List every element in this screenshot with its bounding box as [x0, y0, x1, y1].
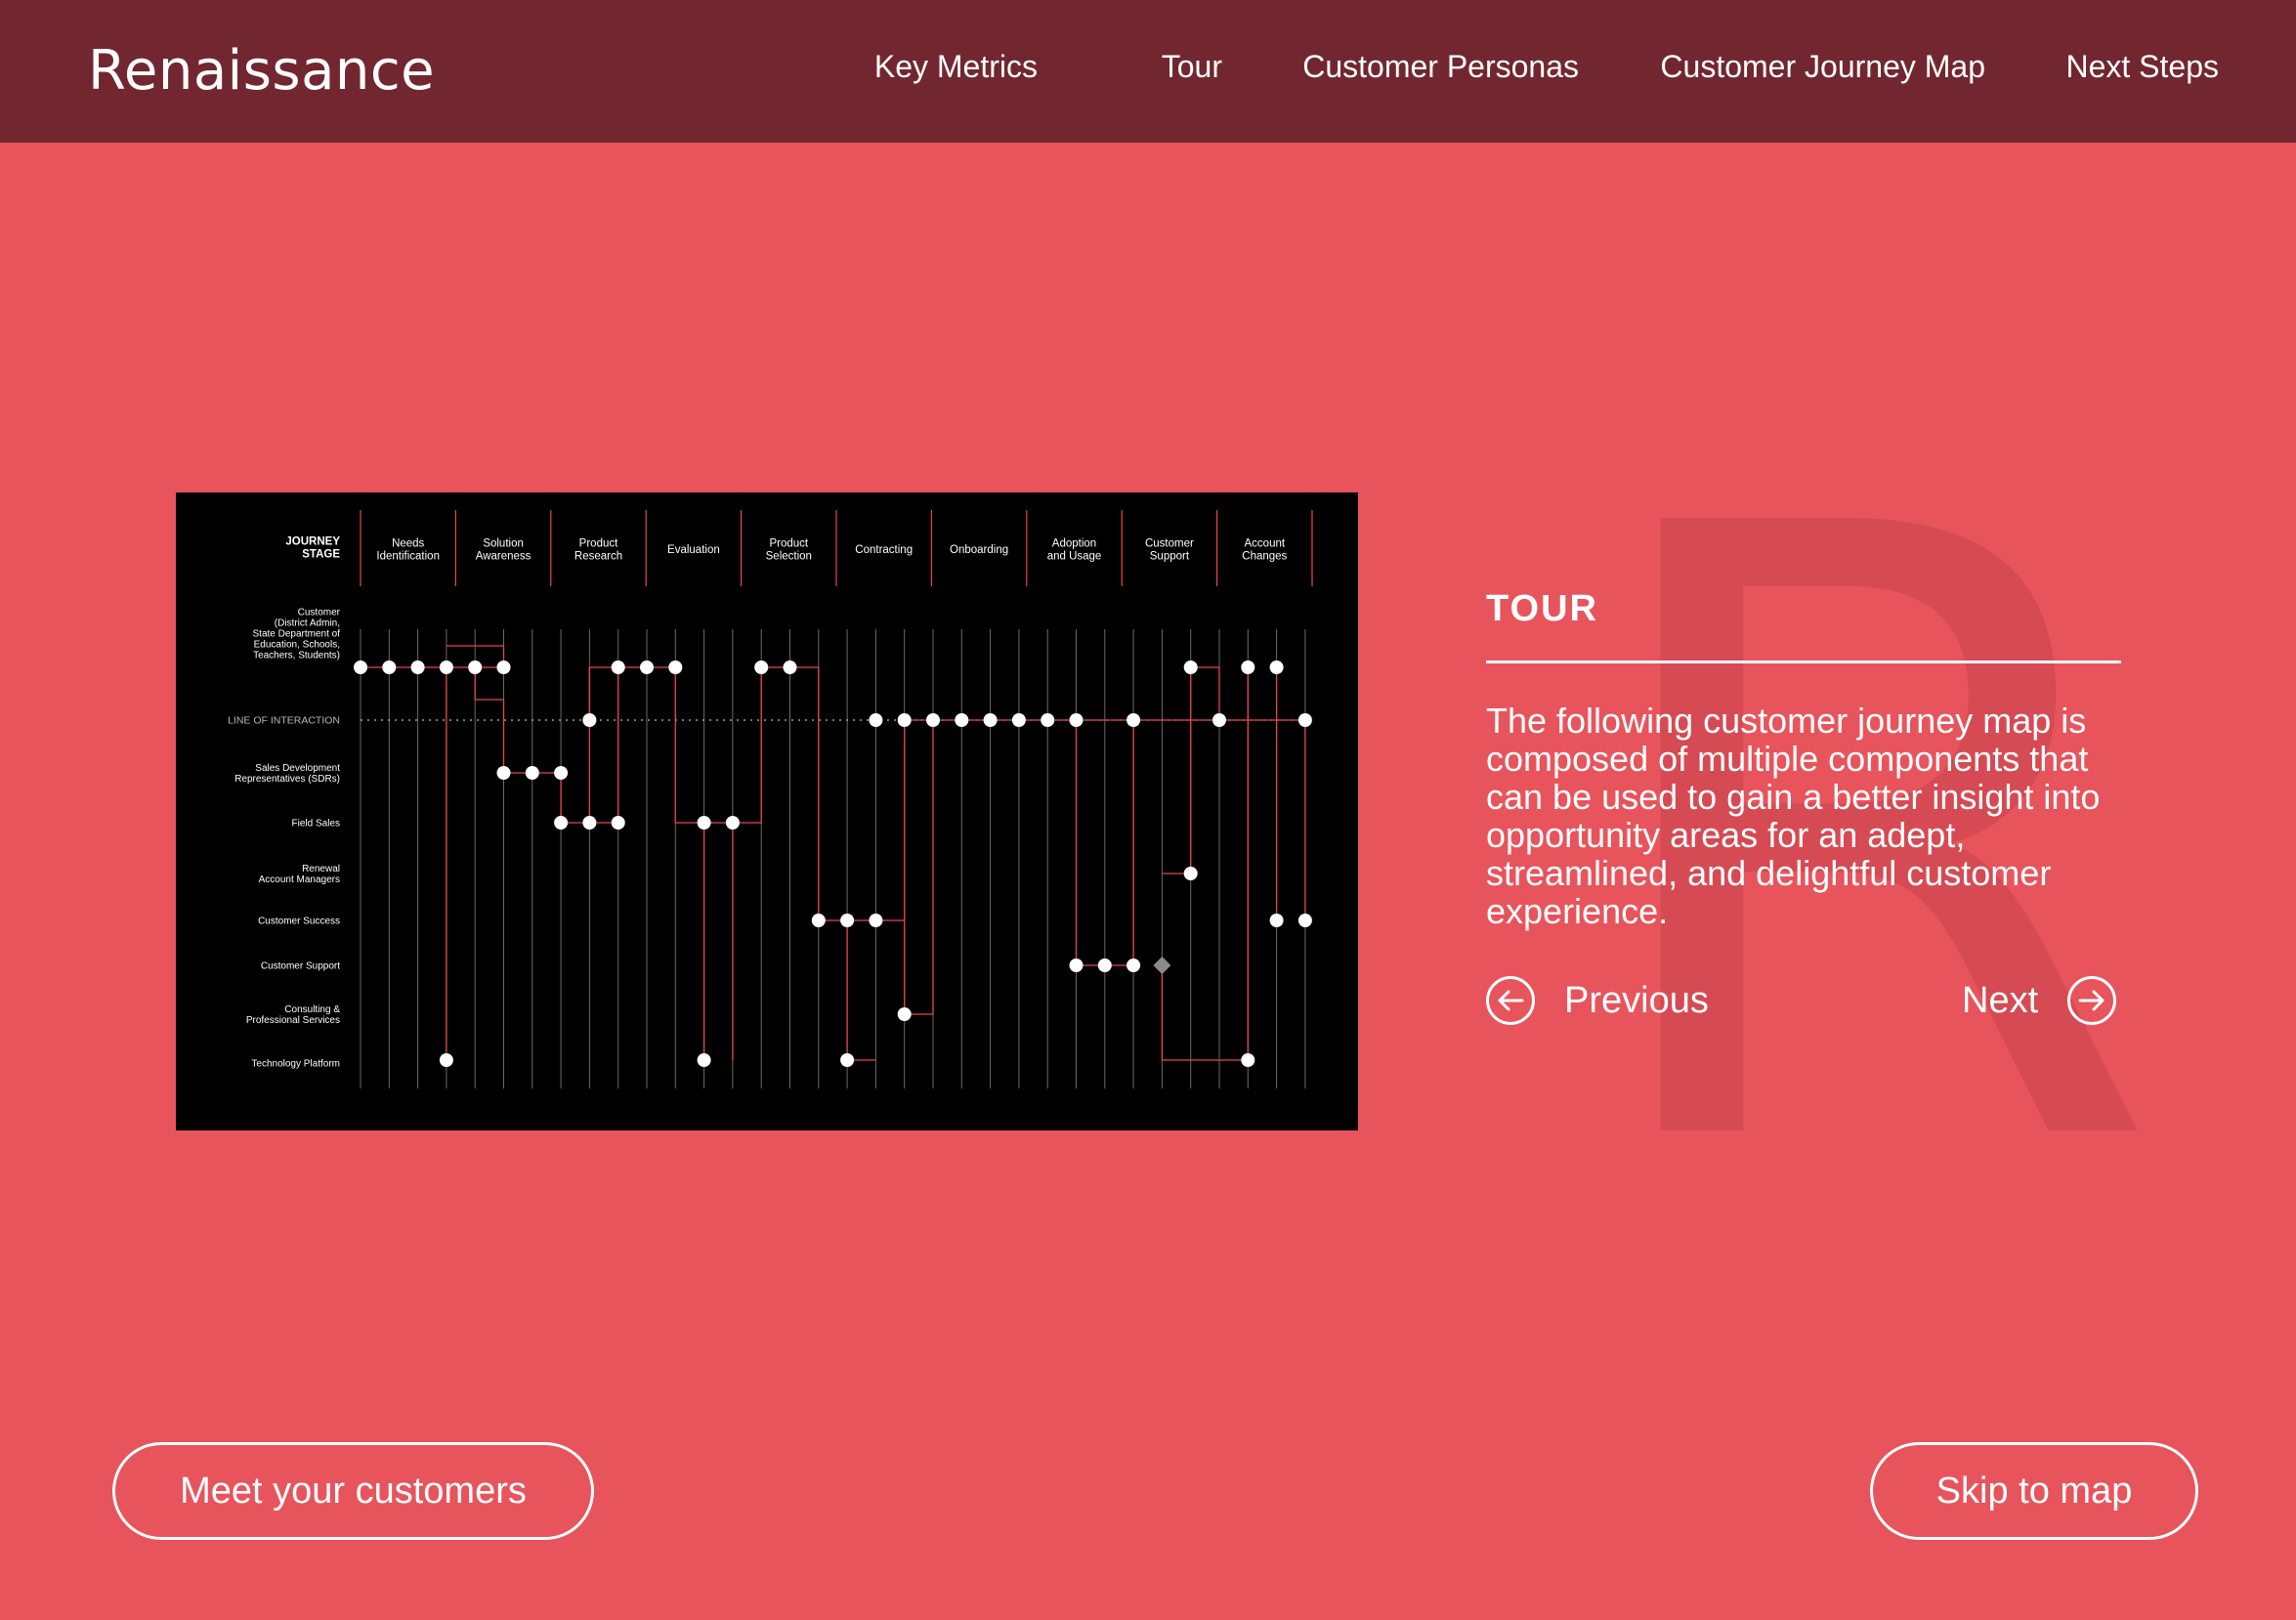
journey-node: [525, 766, 539, 780]
journey-node: [582, 713, 597, 727]
connector-line: [904, 920, 933, 1015]
journey-node: [1212, 713, 1226, 727]
nav-customer-journey-map[interactable]: Customer Journey Map: [1660, 49, 1985, 85]
journey-node: [668, 661, 683, 674]
journey-node: [1183, 867, 1198, 880]
next-button[interactable]: Next: [1962, 973, 2117, 1028]
top-navigation-bar: Renaissance Key Metrics Tour Customer Pe…: [0, 0, 2296, 143]
nav-key-metrics[interactable]: Key Metrics: [874, 49, 1038, 85]
journey-node: [554, 766, 569, 780]
journey-node: [697, 1053, 711, 1067]
next-label: Next: [1962, 979, 2039, 1021]
journey-node: [496, 661, 511, 674]
journey-node: [611, 661, 625, 674]
stage-label: Solution Awareness: [476, 538, 531, 563]
journey-node: [783, 661, 797, 674]
stage-label: Onboarding: [950, 544, 1008, 556]
journey-node: [1241, 661, 1255, 674]
nav-next-steps[interactable]: Next Steps: [2065, 49, 2219, 85]
journey-node: [1269, 914, 1284, 927]
arrow-left-icon: [1486, 976, 1535, 1025]
connector-line: [732, 666, 790, 824]
arrow-right-icon: [2067, 976, 2117, 1025]
journey-node: [955, 713, 969, 727]
journey-node: [697, 816, 711, 830]
journey-node: [1127, 713, 1141, 727]
connector-line: [588, 666, 676, 720]
stage-label: Product Research: [574, 538, 622, 563]
row-label: Customer (District Admin, State Department…: [253, 608, 341, 661]
connector-line: [1161, 965, 1249, 1061]
connector-line: [846, 920, 876, 1061]
journey-node: [1127, 959, 1141, 972]
connector-line: [1190, 666, 1220, 720]
stage-label: Needs Identification: [376, 538, 440, 563]
journey-node: [840, 914, 855, 927]
tour-heading: TOUR: [1486, 588, 1598, 629]
row-label: Sales Development Representatives (SDRs): [234, 763, 340, 785]
connector-line: [789, 666, 876, 921]
journey-node: [840, 1053, 855, 1067]
journey-node: [1069, 959, 1084, 972]
connector-line: [474, 667, 505, 773]
row-label: Technology Platform: [251, 1059, 340, 1070]
stage-label: Account Changes: [1242, 538, 1287, 563]
stage-label: Adoption and Usage: [1047, 538, 1102, 563]
journey-node: [640, 661, 654, 674]
journey-map-diagram: JOURNEY STAGE Needs Identification Solution A…: [228, 510, 1313, 1088]
tour-description: The following customer journey map is co…: [1486, 701, 2101, 931]
journey-node: [1011, 713, 1026, 727]
journey-node: [1297, 713, 1312, 727]
journey-node: [382, 661, 397, 674]
previous-button[interactable]: Previous: [1486, 973, 1709, 1028]
decision-diamond: [1153, 957, 1171, 974]
stage-label: Evaluation: [667, 544, 720, 556]
journey-map-thumbnail: JOURNEY STAGE Needs Identification Solution A…: [176, 492, 1358, 1130]
journey-node: [410, 661, 425, 674]
nav-tour[interactable]: Tour: [1162, 49, 1222, 85]
journey-node: [611, 816, 625, 830]
journey-node: [554, 816, 569, 830]
row-label: Customer Success: [258, 917, 340, 927]
journey-node: [1069, 713, 1084, 727]
journey-node: [1097, 959, 1112, 972]
row-label: Customer Support: [261, 961, 340, 972]
journey-node: [468, 661, 483, 674]
journey-node: [354, 661, 367, 674]
previous-label: Previous: [1564, 979, 1709, 1021]
journey-node: [926, 713, 940, 727]
meet-customers-button[interactable]: Meet your customers: [112, 1442, 594, 1540]
journey-node: [869, 713, 883, 727]
stage-header-label: JOURNEY STAGE: [285, 536, 340, 561]
journey-node: [1041, 713, 1055, 727]
stage-label: Contracting: [855, 544, 913, 556]
journey-node: [439, 1053, 453, 1067]
journey-node: [496, 766, 511, 780]
line-of-interaction-label: LINE OF INTERACTION: [228, 715, 340, 727]
journey-node: [725, 816, 740, 830]
journey-node: [754, 661, 769, 674]
row-label: Renewal Account Managers: [259, 864, 340, 885]
row-label: Field Sales: [292, 819, 340, 830]
stage-label: Customer Support: [1145, 538, 1194, 563]
journey-node: [582, 816, 597, 830]
renaissance-logo[interactable]: Renaissance: [88, 39, 435, 103]
journey-node: [897, 713, 912, 727]
connector-line: [503, 772, 618, 824]
journey-node: [1269, 661, 1284, 674]
row-label: Consulting & Professional Services: [246, 1004, 340, 1026]
stage-label: Product Selection: [766, 538, 812, 563]
journey-node: [811, 914, 826, 927]
nav-customer-personas[interactable]: Customer Personas: [1302, 49, 1579, 85]
journey-node: [983, 713, 998, 727]
journey-node: [1297, 914, 1312, 927]
journey-node: [1241, 1053, 1255, 1067]
connector-line: [1162, 667, 1192, 874]
journey-node: [897, 1007, 912, 1021]
heading-divider: [1486, 661, 2121, 663]
skip-to-map-button[interactable]: Skip to map: [1870, 1442, 2198, 1540]
journey-node: [869, 914, 883, 927]
journey-node: [1183, 661, 1198, 674]
journey-node: [439, 661, 453, 674]
